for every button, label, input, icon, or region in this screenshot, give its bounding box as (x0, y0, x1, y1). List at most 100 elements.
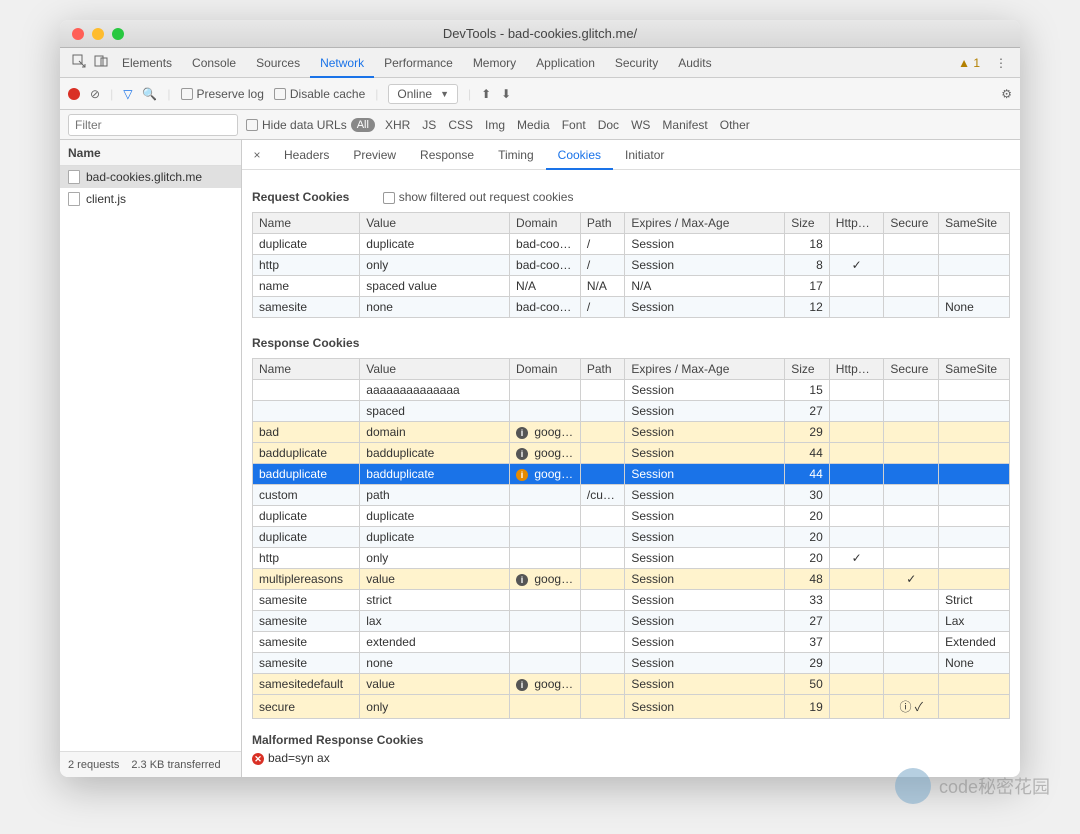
watermark: code秘密花园 (895, 768, 1050, 804)
subtab-timing[interactable]: Timing (486, 140, 546, 170)
request-cookies-table[interactable]: NameValueDomainPathExpires / Max-AgeSize… (252, 212, 1010, 318)
col-header[interactable]: Path (580, 213, 625, 234)
cookie-row[interactable]: samesitenonebad-coo…/Session12None (253, 297, 1010, 318)
inspect-icon[interactable] (68, 54, 90, 71)
cookie-row[interactable]: duplicateduplicateSession20 (253, 506, 1010, 527)
response-cookies-table[interactable]: NameValueDomainPathExpires / Max-AgeSize… (252, 358, 1010, 719)
cookie-row[interactable]: samesitelaxSession27Lax (253, 611, 1010, 632)
record-button[interactable] (68, 88, 80, 100)
col-header[interactable]: Value (360, 359, 510, 380)
device-toggle-icon[interactable] (90, 54, 112, 71)
throttling-select[interactable]: Online▼ (388, 84, 458, 104)
cookie-row[interactable]: samesitestrictSession33Strict (253, 590, 1010, 611)
filter-type-xhr[interactable]: XHR (385, 118, 410, 132)
info-icon: i (516, 427, 528, 439)
cookie-row[interactable]: multiplereasonsvaluei googl…Session48✓ (253, 569, 1010, 590)
filter-all[interactable]: All (351, 118, 375, 132)
maximize-window-icon[interactable] (112, 28, 124, 40)
cookie-row[interactable]: samesitedefaultvaluei googl…Session50 (253, 674, 1010, 695)
cookie-row[interactable]: samesiteextendedSession37Extended (253, 632, 1010, 653)
col-header[interactable]: Expires / Max-Age (625, 213, 785, 234)
clear-icon[interactable]: ⊘ (90, 87, 100, 101)
col-header[interactable]: Size (785, 213, 830, 234)
request-item[interactable]: bad-cookies.glitch.me (60, 166, 241, 188)
subtab-headers[interactable]: Headers (272, 140, 341, 170)
tab-memory[interactable]: Memory (463, 48, 526, 78)
info-icon: i (516, 469, 528, 481)
subtab-preview[interactable]: Preview (341, 140, 408, 170)
col-header[interactable]: Secure (884, 359, 939, 380)
close-details-icon[interactable]: × (242, 148, 272, 162)
settings-icon[interactable]: ⚙ (1001, 87, 1012, 101)
cookie-row[interactable]: badduplicatebadduplicatei googl…Session4… (253, 443, 1010, 464)
subtab-cookies[interactable]: Cookies (546, 140, 613, 170)
col-header[interactable]: Secure (884, 213, 939, 234)
filter-toggle-icon[interactable]: ▽ (123, 87, 132, 101)
cookie-row[interactable]: secureonlySession19ⓘ ✓ (253, 695, 1010, 719)
search-icon[interactable]: 🔍 (142, 87, 157, 101)
request-list: Name bad-cookies.glitch.meclient.js 2 re… (60, 140, 242, 777)
col-header[interactable]: Domain (510, 359, 581, 380)
col-header[interactable]: HttpO… (829, 213, 884, 234)
tab-elements[interactable]: Elements (112, 48, 182, 78)
cookie-row[interactable]: aaaaaaaaaaaaaaSession15 (253, 380, 1010, 401)
response-cookies-header: Response Cookies (252, 336, 1010, 350)
cookie-row[interactable]: badduplicatebadduplicatei googl…Session4… (253, 464, 1010, 485)
hide-data-urls-checkbox[interactable]: Hide data URLs (246, 118, 347, 132)
tab-console[interactable]: Console (182, 48, 246, 78)
col-header[interactable]: SameSite (939, 359, 1010, 380)
col-header[interactable]: Name (253, 213, 360, 234)
cookies-panel: Request Cookies show filtered out reques… (242, 170, 1020, 777)
filter-type-font[interactable]: Font (562, 118, 586, 132)
window-title: DevTools - bad-cookies.glitch.me/ (60, 26, 1020, 41)
tab-audits[interactable]: Audits (668, 48, 721, 78)
tab-security[interactable]: Security (605, 48, 668, 78)
info-icon: i (516, 574, 528, 586)
filter-type-other[interactable]: Other (720, 118, 750, 132)
preserve-log-checkbox[interactable]: Preserve log (181, 87, 264, 101)
filter-type-manifest[interactable]: Manifest (662, 118, 707, 132)
tab-sources[interactable]: Sources (246, 48, 310, 78)
close-window-icon[interactable] (72, 28, 84, 40)
upload-har-icon[interactable]: ⬆ (481, 87, 491, 101)
filter-type-ws[interactable]: WS (631, 118, 650, 132)
chevron-down-icon: ▼ (440, 89, 449, 99)
cookie-row[interactable]: baddomaini googl…Session29 (253, 422, 1010, 443)
tab-performance[interactable]: Performance (374, 48, 463, 78)
cookie-row[interactable]: httponlySession20✓ (253, 548, 1010, 569)
subtab-response[interactable]: Response (408, 140, 486, 170)
col-header[interactable]: HttpO… (829, 359, 884, 380)
disable-cache-checkbox[interactable]: Disable cache (274, 87, 365, 101)
filter-type-img[interactable]: Img (485, 118, 505, 132)
subtab-initiator[interactable]: Initiator (613, 140, 676, 170)
col-header[interactable]: Path (580, 359, 625, 380)
warnings-badge[interactable]: ▲ 1 (958, 56, 980, 70)
col-header[interactable]: Size (785, 359, 830, 380)
col-header[interactable]: Domain (510, 213, 581, 234)
cookie-row[interactable]: custompath/cu…Session30 (253, 485, 1010, 506)
cookie-row[interactable]: namespaced valueN/AN/AN/A17 (253, 276, 1010, 297)
devtools-window: DevTools - bad-cookies.glitch.me/ Elemen… (60, 20, 1020, 777)
filter-type-js[interactable]: JS (422, 118, 436, 132)
col-header[interactable]: Name (253, 359, 360, 380)
col-header[interactable]: Expires / Max-Age (625, 359, 785, 380)
tab-network[interactable]: Network (310, 48, 374, 78)
cookie-row[interactable]: duplicateduplicatebad-coo…/Session18 (253, 234, 1010, 255)
filter-type-doc[interactable]: Doc (598, 118, 619, 132)
error-icon: ✕ (252, 753, 264, 765)
filter-type-css[interactable]: CSS (448, 118, 473, 132)
filter-input[interactable] (68, 114, 238, 136)
more-icon[interactable]: ⋮ (990, 56, 1012, 70)
col-header[interactable]: SameSite (939, 213, 1010, 234)
col-header[interactable]: Value (360, 213, 510, 234)
cookie-row[interactable]: spacedSession27 (253, 401, 1010, 422)
cookie-row[interactable]: duplicateduplicateSession20 (253, 527, 1010, 548)
cookie-row[interactable]: samesitenoneSession29None (253, 653, 1010, 674)
tab-application[interactable]: Application (526, 48, 605, 78)
download-har-icon[interactable]: ⬇ (501, 87, 511, 101)
show-filtered-checkbox[interactable]: show filtered out request cookies (383, 190, 574, 204)
cookie-row[interactable]: httponlybad-coo…/Session8✓ (253, 255, 1010, 276)
minimize-window-icon[interactable] (92, 28, 104, 40)
filter-type-media[interactable]: Media (517, 118, 550, 132)
request-item[interactable]: client.js (60, 188, 241, 210)
